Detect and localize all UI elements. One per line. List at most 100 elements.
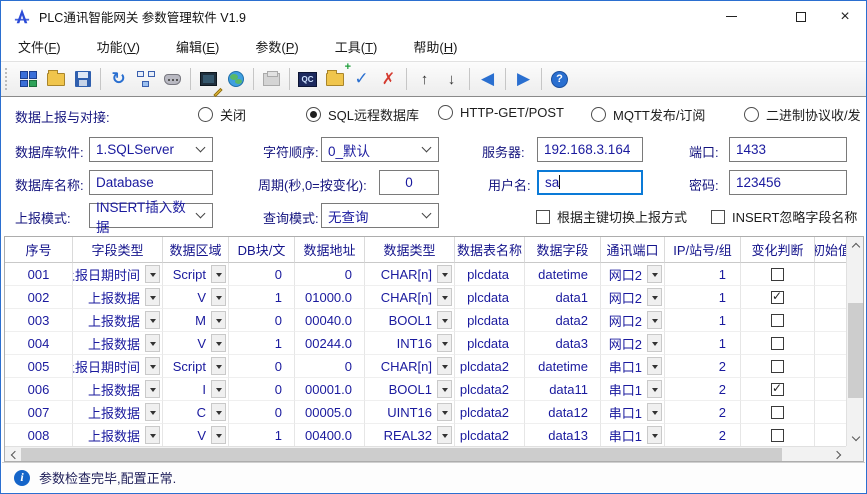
dropdown-button[interactable]	[647, 380, 662, 398]
globe-comm-icon[interactable]	[223, 67, 248, 92]
vertical-scroll-thumb[interactable]	[848, 303, 863, 398]
dropdown-button[interactable]	[145, 334, 160, 352]
cell-ip-station[interactable]: 2	[665, 378, 741, 401]
cell-data-field[interactable]: data1	[525, 286, 601, 309]
cell-data-field[interactable]: data13	[525, 424, 601, 447]
cell-table-name[interactable]: plcdata	[455, 309, 525, 332]
change-checkbox[interactable]	[771, 268, 784, 281]
dropdown-button[interactable]	[647, 311, 662, 329]
dropdown-button[interactable]	[437, 380, 452, 398]
change-checkbox[interactable]	[771, 429, 784, 442]
dropdown-button[interactable]	[647, 334, 662, 352]
confirm-icon[interactable]: ✓	[349, 67, 374, 92]
dropdown-button[interactable]	[211, 288, 226, 306]
cell-db-block[interactable]: 0	[229, 355, 295, 378]
menu-tools[interactable]: 工具(T)	[322, 32, 391, 61]
cell-data-addr[interactable]: 00005.0	[295, 401, 365, 424]
radio-mqtt[interactable]: MQTT发布/订阅	[591, 105, 705, 124]
net-tree-icon[interactable]	[133, 67, 158, 92]
dropdown-button[interactable]	[145, 426, 160, 444]
change-checkbox[interactable]	[771, 337, 784, 350]
radio-sql-database[interactable]: SQL远程数据库	[306, 105, 419, 124]
dropdown-button[interactable]	[211, 380, 226, 398]
cell-ip-station[interactable]: 2	[665, 401, 741, 424]
cell-data-addr[interactable]: 0	[295, 355, 365, 378]
serial-port-icon[interactable]	[160, 67, 185, 92]
dropdown-button[interactable]	[145, 403, 160, 421]
change-checkbox[interactable]	[771, 314, 784, 327]
dropdown-button[interactable]	[211, 403, 226, 421]
query-mode-select[interactable]: 无查询	[321, 203, 439, 228]
pk-switch-checkbox[interactable]: 根据主键切换上报方式	[536, 207, 687, 226]
cell-table-name[interactable]: plcdata2	[455, 424, 525, 447]
close-button[interactable]: ×	[832, 6, 858, 27]
prev-icon[interactable]: ◀	[475, 67, 500, 92]
change-checkbox[interactable]	[771, 383, 784, 396]
dropdown-button[interactable]	[145, 357, 160, 375]
horizontal-scrollbar[interactable]	[5, 446, 846, 461]
char-order-select[interactable]: 0_默认	[321, 137, 439, 162]
cell-data-addr[interactable]: 00244.0	[295, 332, 365, 355]
cell-data-addr[interactable]: 00001.0	[295, 378, 365, 401]
cell-table-name[interactable]: plcdata2	[455, 401, 525, 424]
cell-ip-station[interactable]: 2	[665, 355, 741, 378]
scroll-up-icon[interactable]	[847, 237, 864, 253]
dropdown-button[interactable]	[647, 357, 662, 375]
next-icon[interactable]: ▶	[511, 67, 536, 92]
scroll-right-icon[interactable]	[830, 447, 846, 462]
insert-ignore-checkbox[interactable]: INSERT忽略字段名称	[711, 207, 857, 226]
cell-ip-station[interactable]: 1	[665, 309, 741, 332]
dropdown-button[interactable]	[211, 265, 226, 283]
dropdown-button[interactable]	[647, 288, 662, 306]
minimize-button[interactable]	[718, 6, 744, 27]
printer-icon[interactable]	[259, 67, 284, 92]
change-checkbox[interactable]	[771, 291, 784, 304]
cell-data-addr[interactable]: 00040.0	[295, 309, 365, 332]
open-file-icon[interactable]	[43, 67, 68, 92]
cell-data-addr[interactable]: 0	[295, 263, 365, 286]
qc-display-icon[interactable]: QC	[295, 67, 320, 92]
cell-data-field[interactable]: data2	[525, 309, 601, 332]
menu-edit[interactable]: 编辑(E)	[163, 32, 232, 61]
move-up-icon[interactable]: ↑	[412, 67, 437, 92]
cell-ip-station[interactable]: 2	[665, 424, 741, 447]
dropdown-button[interactable]	[211, 357, 226, 375]
cell-data-addr[interactable]: 01000.0	[295, 286, 365, 309]
password-input[interactable]: 123456	[729, 170, 847, 195]
menu-help[interactable]: 帮助(H)	[400, 32, 470, 61]
dropdown-button[interactable]	[437, 288, 452, 306]
cell-data-field[interactable]: data11	[525, 378, 601, 401]
cell-table-name[interactable]: plcdata	[455, 263, 525, 286]
change-checkbox[interactable]	[771, 360, 784, 373]
cell-db-block[interactable]: 0	[229, 378, 295, 401]
report-mode-select[interactable]: INSERT插入数据	[89, 203, 213, 228]
dropdown-button[interactable]	[437, 403, 452, 421]
cell-db-block[interactable]: 1	[229, 286, 295, 309]
dropdown-button[interactable]	[647, 265, 662, 283]
radio-close[interactable]: 关闭	[198, 105, 246, 124]
radio-binary[interactable]: 二进制协议收/发	[744, 105, 861, 124]
cell-table-name[interactable]: plcdata2	[455, 355, 525, 378]
delete-icon[interactable]: ✗	[376, 67, 401, 92]
cell-data-addr[interactable]: 00400.0	[295, 424, 365, 447]
dropdown-button[interactable]	[145, 288, 160, 306]
cell-data-field[interactable]: datetime	[525, 355, 601, 378]
dropdown-button[interactable]	[437, 265, 452, 283]
cell-ip-station[interactable]: 1	[665, 286, 741, 309]
dropdown-button[interactable]	[211, 426, 226, 444]
cell-db-block[interactable]: 0	[229, 401, 295, 424]
radio-http[interactable]: HTTP-GET/POST	[438, 105, 564, 120]
cell-table-name[interactable]: plcdata2	[455, 378, 525, 401]
cell-ip-station[interactable]: 1	[665, 332, 741, 355]
db-name-input[interactable]: Database	[89, 170, 213, 195]
folder-add-icon[interactable]: +	[322, 67, 347, 92]
username-input[interactable]: sa	[537, 170, 643, 195]
dropdown-button[interactable]	[437, 357, 452, 375]
dropdown-button[interactable]	[145, 265, 160, 283]
period-input[interactable]: 0	[379, 170, 439, 195]
menu-function[interactable]: 功能(V)	[84, 32, 153, 61]
network-config-icon[interactable]	[16, 67, 41, 92]
cell-db-block[interactable]: 1	[229, 332, 295, 355]
menu-params[interactable]: 参数(P)	[242, 32, 311, 61]
db-software-select[interactable]: 1.SQLServer	[89, 137, 213, 162]
